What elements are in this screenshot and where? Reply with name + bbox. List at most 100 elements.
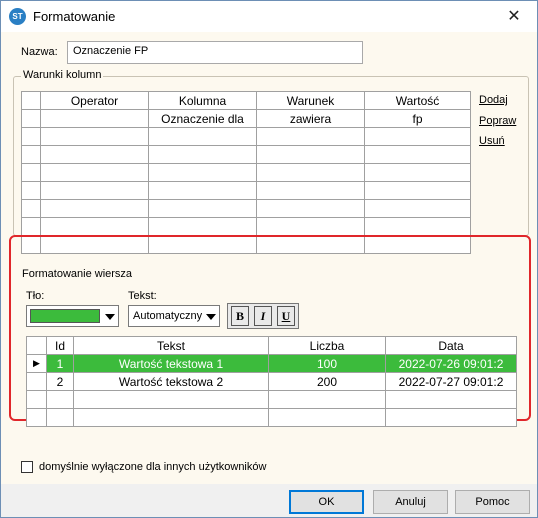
column-cell[interactable] (148, 163, 257, 182)
text-cell[interactable] (73, 390, 269, 409)
date-cell[interactable]: 2022-07-27 09:01:2 (385, 372, 517, 391)
table-row[interactable] (21, 127, 471, 146)
table-row[interactable] (21, 181, 471, 200)
text-cell[interactable]: Wartość tekstowa 1 (73, 354, 269, 373)
default-disabled-label: domyślnie wyłączone dla innych użytkowni… (39, 461, 267, 473)
condition-cell[interactable] (256, 181, 365, 200)
chevron-down-icon (105, 314, 115, 320)
title-bar[interactable]: ST Formatowanie ✕ (1, 1, 537, 32)
preview-header-number[interactable]: Liczba (268, 336, 386, 355)
column-cell[interactable] (148, 145, 257, 164)
row-indicator-cell (26, 390, 47, 409)
chevron-down-icon (206, 314, 216, 320)
operator-cell[interactable] (40, 199, 149, 218)
operator-cell[interactable] (40, 163, 149, 182)
table-row-selected[interactable]: ▶ 1 Wartość tekstowa 1 100 2022-07-26 09… (26, 354, 517, 373)
table-row[interactable] (26, 390, 517, 409)
number-cell[interactable] (268, 390, 386, 409)
underline-button[interactable]: U (277, 306, 295, 326)
condition-cell[interactable] (256, 127, 365, 146)
row-indicator-cell (21, 181, 41, 200)
value-cell[interactable]: fp (364, 109, 471, 128)
text-cell[interactable] (73, 408, 269, 427)
conditions-header-column[interactable]: Kolumna (148, 91, 257, 110)
operator-cell[interactable] (40, 145, 149, 164)
conditions-table[interactable]: Operator Kolumna Warunek Wartość Oznacze… (21, 91, 471, 254)
table-row[interactable] (26, 408, 517, 427)
row-indicator-cell (21, 127, 41, 146)
preview-header-date[interactable]: Data (385, 336, 517, 355)
add-condition-link[interactable]: Dodaj (479, 94, 508, 106)
value-cell[interactable] (364, 145, 471, 164)
column-cell[interactable] (148, 199, 257, 218)
operator-cell[interactable] (40, 181, 149, 200)
column-cell[interactable] (148, 181, 257, 200)
conditions-header-condition[interactable]: Warunek (256, 91, 365, 110)
operator-cell[interactable] (40, 127, 149, 146)
condition-cell[interactable] (256, 145, 365, 164)
edit-condition-link[interactable]: Popraw (479, 115, 516, 127)
text-color-label: Tekst: (128, 290, 157, 302)
text-color-dropdown[interactable]: Automatyczny (128, 305, 220, 327)
date-cell[interactable]: 2022-07-26 09:01:2 (385, 354, 517, 373)
id-cell[interactable] (46, 390, 74, 409)
bold-button[interactable]: B (231, 306, 249, 326)
name-input[interactable]: Oznaczenie FP (67, 41, 363, 64)
table-row[interactable] (21, 199, 471, 218)
table-row[interactable]: Oznaczenie dla zawiera fp (21, 109, 471, 128)
id-cell[interactable]: 2 (46, 372, 74, 391)
number-cell[interactable]: 100 (268, 354, 386, 373)
preview-header-text[interactable]: Tekst (73, 336, 269, 355)
number-cell[interactable]: 200 (268, 372, 386, 391)
operator-cell[interactable] (40, 217, 149, 236)
close-button[interactable]: ✕ (491, 1, 537, 32)
column-conditions-legend: Warunki kolumn (21, 69, 104, 81)
preview-header-id[interactable]: Id (46, 336, 74, 355)
preview-table[interactable]: Id Tekst Liczba Data ▶ 1 Wartość tekstow… (26, 336, 517, 427)
text-cell[interactable]: Wartość tekstowa 2 (73, 372, 269, 391)
column-cell[interactable] (148, 217, 257, 236)
cancel-button[interactable]: Anuluj (373, 490, 448, 514)
app-logo-icon: ST (9, 8, 26, 25)
ok-button[interactable]: OK (289, 490, 364, 514)
row-indicator-cell (21, 199, 41, 218)
help-button[interactable]: Pomoc (455, 490, 530, 514)
column-cell[interactable] (148, 127, 257, 146)
row-indicator-cell (21, 109, 41, 128)
background-color-dropdown[interactable] (26, 305, 119, 327)
condition-cell[interactable] (256, 217, 365, 236)
conditions-header-value[interactable]: Wartość (364, 91, 471, 110)
operator-cell[interactable] (40, 109, 149, 128)
name-label: Nazwa: (21, 46, 58, 58)
number-cell[interactable] (268, 408, 386, 427)
dialog-window: ST Formatowanie ✕ Nazwa: Oznaczenie FP W… (0, 0, 538, 518)
value-cell[interactable] (364, 127, 471, 146)
window-title: Formatowanie (33, 9, 116, 24)
condition-cell[interactable] (256, 163, 365, 182)
table-row[interactable] (21, 163, 471, 182)
value-cell[interactable] (364, 181, 471, 200)
date-cell[interactable] (385, 390, 517, 409)
id-cell[interactable] (46, 408, 74, 427)
row-pointer-icon: ▶ (26, 354, 47, 373)
table-row[interactable]: 2 Wartość tekstowa 2 200 2022-07-27 09:0… (26, 372, 517, 391)
condition-cell[interactable]: zawiera (256, 109, 365, 128)
column-cell[interactable]: Oznaczenie dla (148, 109, 257, 128)
row-indicator-cell (26, 408, 47, 427)
table-row[interactable] (21, 217, 471, 236)
id-cell[interactable]: 1 (46, 354, 74, 373)
background-label: Tło: (26, 290, 45, 302)
value-cell[interactable] (364, 217, 471, 236)
delete-condition-link[interactable]: Usuń (479, 135, 505, 147)
default-disabled-checkbox[interactable] (21, 461, 33, 473)
date-cell[interactable] (385, 408, 517, 427)
table-row[interactable] (21, 145, 471, 164)
value-cell[interactable] (364, 163, 471, 182)
conditions-header-operator[interactable]: Operator (40, 91, 149, 110)
row-indicator-cell (26, 372, 47, 391)
background-color-swatch (30, 309, 100, 323)
row-indicator-cell (21, 217, 41, 236)
value-cell[interactable] (364, 199, 471, 218)
condition-cell[interactable] (256, 199, 365, 218)
italic-button[interactable]: I (254, 306, 272, 326)
